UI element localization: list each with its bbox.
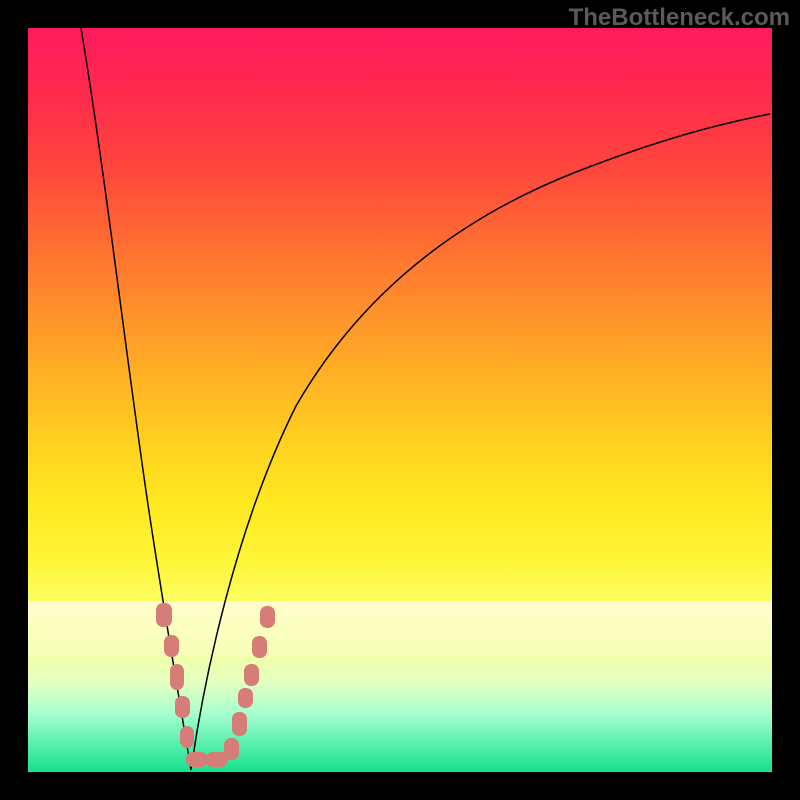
marker-point [186,752,208,767]
marker-point [180,726,194,748]
marker-point [224,738,239,760]
marker-point [238,688,253,708]
chart-frame [0,0,800,800]
marker-point [232,712,247,736]
marker-point [244,664,259,686]
marker-point [156,603,172,627]
marker-point [252,636,267,658]
marker-point [170,664,184,690]
marker-point [164,635,179,657]
watermark-text: TheBottleneck.com [569,4,790,32]
marker-point [175,696,190,718]
marker-point [260,606,275,628]
